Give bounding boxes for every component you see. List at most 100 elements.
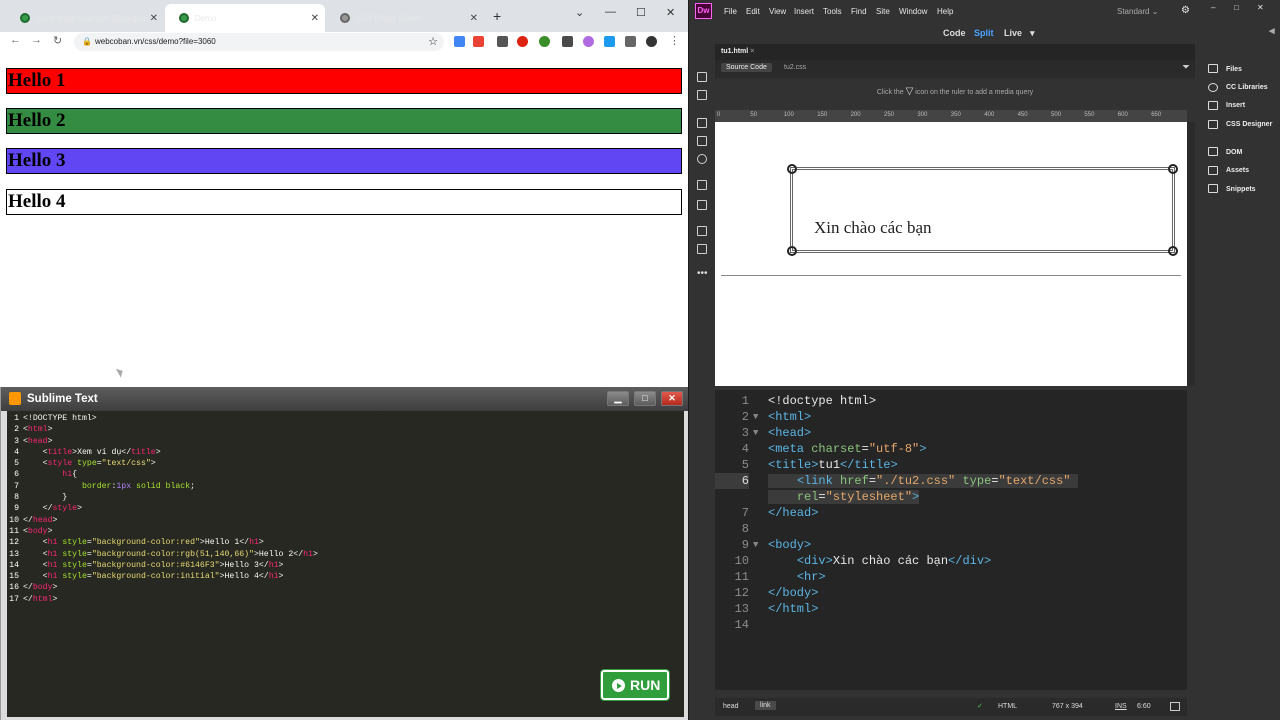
menu-window[interactable]: Window xyxy=(899,7,927,16)
workspace-switcher[interactable]: Standard ⌄ xyxy=(1117,7,1158,16)
fold-toggle-icon[interactable]: ▼ xyxy=(753,425,758,441)
live-view[interactable]: Xin chào các bạn xyxy=(715,122,1187,386)
maximize-icon[interactable]: ☐ xyxy=(636,6,646,19)
live-view-button[interactable]: Live xyxy=(1004,28,1022,38)
window-size[interactable]: 767 x 394 xyxy=(1052,703,1083,710)
line-code: <head> xyxy=(23,436,53,446)
panel-assets[interactable]: Assets xyxy=(1226,167,1249,174)
fold-toggle-icon[interactable]: ▼ xyxy=(753,537,758,553)
comment-icon[interactable] xyxy=(697,226,707,236)
tab-demo[interactable]: Demo ✕ xyxy=(165,4,325,32)
close-tab-icon[interactable]: ✕ xyxy=(470,13,478,24)
code-view[interactable]: 1 <!doctype html> 2 ▼ <html> 3 ▼ <head> 4 <meta c… xyxy=(715,390,1187,690)
panel-css-designer[interactable]: CSS Designer xyxy=(1226,121,1272,128)
fold-toggle-icon[interactable]: ▼ xyxy=(753,409,758,425)
doc-tab-tu1[interactable]: tu1.html × xyxy=(721,48,754,55)
menu-insert[interactable]: Insert xyxy=(794,7,814,16)
tab-background-article[interactable]: Cách chỉnh màu nền (Backgroun ✕ xyxy=(6,4,164,32)
panel-files[interactable]: Files xyxy=(1226,66,1242,73)
opera-extension-icon[interactable] xyxy=(517,36,528,47)
bookmark-star-icon[interactable]: ☆ xyxy=(428,33,438,51)
menu-edit[interactable]: Edit xyxy=(746,7,760,16)
document-type[interactable]: HTML xyxy=(998,703,1017,710)
code-view-button[interactable]: Code xyxy=(943,28,966,38)
close-doc-icon[interactable]: × xyxy=(750,48,754,55)
line-code: <html> xyxy=(768,410,812,424)
profile-avatar[interactable] xyxy=(646,36,657,47)
tag-selector-link[interactable]: link xyxy=(755,701,776,710)
close-tab-icon[interactable]: ✕ xyxy=(311,13,319,24)
tab-css-cheat-sheet[interactable]: CSS Cheat Sheet ✕ xyxy=(326,4,484,32)
formula-extension-icon[interactable] xyxy=(497,36,508,47)
line-code: <!doctype html> xyxy=(768,394,877,408)
run-button[interactable]: RUN xyxy=(600,669,670,701)
code-line: 9 </style> xyxy=(7,503,684,514)
line-code: <head> xyxy=(768,426,812,440)
line-code: </body> xyxy=(23,583,58,593)
menu-find[interactable]: Find xyxy=(851,7,867,16)
ruler[interactable]: 0 50 100 150 200 250 300 350 400 450 500 550 600 650 xyxy=(715,110,1187,122)
format-source-icon[interactable] xyxy=(697,118,707,128)
line-number: 1 xyxy=(14,414,19,423)
bordered-div[interactable] xyxy=(787,164,1178,256)
related-source-code[interactable]: Source Code xyxy=(721,63,772,72)
file-management-icon[interactable] xyxy=(697,90,707,100)
gear-icon[interactable]: ⚙ xyxy=(1181,5,1190,16)
menu-file[interactable]: File xyxy=(724,7,737,16)
new-tab-icon[interactable]: + xyxy=(493,8,501,24)
more-icon[interactable]: ••• xyxy=(697,268,708,279)
code-navigator-icon[interactable] xyxy=(697,136,707,146)
reload-icon[interactable]: ↻ xyxy=(53,34,62,47)
panel-dom[interactable]: DOM xyxy=(1226,149,1242,156)
menu-site[interactable]: Site xyxy=(876,7,890,16)
target-icon[interactable] xyxy=(697,154,707,164)
snippet-icon[interactable] xyxy=(697,244,707,254)
address-bar[interactable]: 🔒 webcoban.vn/css/demo?file=3060 ☆ xyxy=(74,33,444,51)
panel-insert[interactable]: Insert xyxy=(1226,102,1245,109)
code-editor[interactable]: 1 <!DOCTYPE html> 2 <html> 3 <head> 4 <title>X… xyxy=(7,411,684,717)
maximize-icon[interactable]: □ xyxy=(634,391,656,406)
tag-selector-head[interactable]: head xyxy=(723,703,739,710)
back-icon[interactable]: ← xyxy=(10,34,21,46)
minimize-icon[interactable]: ▁ xyxy=(607,391,629,406)
green-extension-icon[interactable] xyxy=(539,36,550,47)
translate-extension-icon[interactable] xyxy=(454,36,465,47)
menu-help[interactable]: Help xyxy=(937,7,953,16)
purple-extension-icon[interactable] xyxy=(583,36,594,47)
live-dropdown-icon[interactable]: ▾ xyxy=(1030,28,1035,39)
gmail-extension-icon[interactable] xyxy=(473,36,484,47)
ruler-tick: 250 xyxy=(884,112,895,118)
maximize-icon[interactable]: □ xyxy=(1234,3,1239,12)
brush-icon[interactable] xyxy=(697,200,707,210)
minimize-icon[interactable]: – xyxy=(1211,3,1215,12)
ruler-tick: 100 xyxy=(783,112,794,118)
panel-cc-libraries[interactable]: CC Libraries xyxy=(1226,84,1268,91)
collapse-panel-icon[interactable]: ◂ xyxy=(1269,24,1275,37)
minimize-icon[interactable]: — xyxy=(605,6,616,18)
menu-view[interactable]: View xyxy=(769,7,786,16)
close-window-icon[interactable]: ✕ xyxy=(1257,3,1264,12)
line-number: 5 xyxy=(14,459,19,469)
insert-mode[interactable]: INS xyxy=(1115,703,1127,710)
indent-icon[interactable] xyxy=(697,180,707,190)
eyedropper-extension-icon[interactable] xyxy=(562,36,573,47)
preview-icon[interactable] xyxy=(1170,702,1180,711)
close-window-icon[interactable]: ✕ xyxy=(666,6,675,19)
line-number: 2 xyxy=(741,410,749,424)
close-icon[interactable]: ✕ xyxy=(661,391,683,406)
related-tu2-css[interactable]: tu2.css xyxy=(784,64,806,71)
panel-snippets[interactable]: Snippets xyxy=(1226,186,1256,193)
open-documents-icon[interactable] xyxy=(697,72,707,82)
forward-icon[interactable]: → xyxy=(31,34,42,46)
menu-tools[interactable]: Tools xyxy=(823,7,842,16)
filter-icon[interactable]: ⏷ xyxy=(1182,62,1190,73)
sublime-title: Sublime Text xyxy=(27,393,98,405)
split-view-button[interactable]: Split xyxy=(974,28,994,38)
media-query-marker-icon: ▽ xyxy=(905,86,914,97)
menu-kebab-icon[interactable]: ⋮ xyxy=(669,34,680,47)
live-view-scrollbar[interactable] xyxy=(1187,122,1195,386)
tab-search-icon[interactable]: ⌄ xyxy=(575,6,584,19)
puzzle-extensions-icon[interactable] xyxy=(625,36,636,47)
download-extension-icon[interactable] xyxy=(604,36,615,47)
close-tab-icon[interactable]: ✕ xyxy=(150,13,158,24)
